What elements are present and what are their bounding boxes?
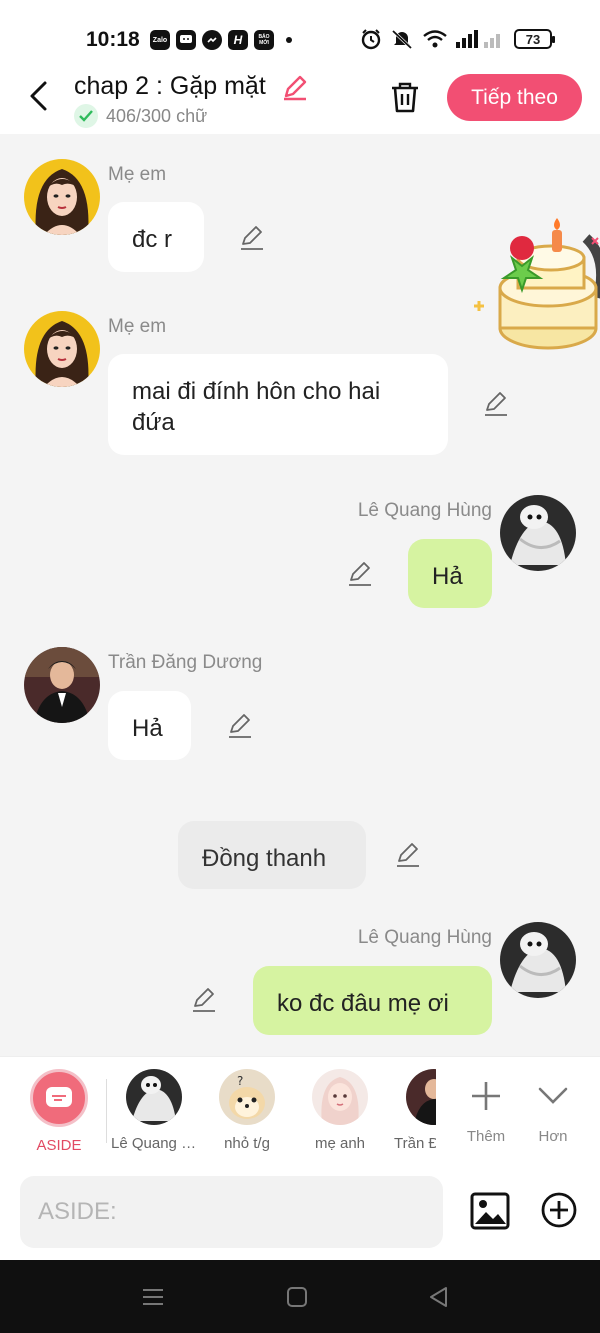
- back-button[interactable]: [20, 78, 56, 114]
- insert-image-button[interactable]: [470, 1191, 510, 1231]
- svg-text:?: ?: [237, 1074, 243, 1088]
- message-bubble[interactable]: Hả: [108, 691, 191, 760]
- chorus-message-bubble[interactable]: Đồng thanh: [178, 821, 366, 889]
- character-avatar: ?: [219, 1069, 275, 1125]
- trash-icon: [392, 82, 418, 113]
- zalo-icon: Zalo: [150, 30, 170, 50]
- plus-icon: [472, 1082, 500, 1110]
- chat-area[interactable]: Mẹ em đc r Mẹ em mai đi đính hôn cho hai…: [0, 134, 600, 1056]
- add-character-button[interactable]: Thêm: [456, 1069, 516, 1145]
- sender-name: Mẹ em: [108, 164, 167, 185]
- character-label: mẹ anh: [314, 1135, 366, 1152]
- character-avatar: [312, 1069, 368, 1125]
- message-bubble[interactable]: mai đi đính hôn cho hai đứa: [108, 354, 448, 455]
- avatar-le-quang-hung[interactable]: [500, 922, 576, 998]
- sender-name: Trần Đăng Dương: [108, 652, 263, 673]
- character-label: Trần Đăng Dương: [394, 1135, 436, 1152]
- signal-icon: [456, 30, 500, 48]
- pencil-icon: [284, 75, 307, 101]
- alarm-icon: [361, 29, 381, 50]
- add-label: Thêm: [466, 1128, 506, 1145]
- chat-app-icon: [176, 30, 196, 50]
- next-button[interactable]: Tiếp theo: [447, 74, 582, 121]
- edit-message-icon[interactable]: [394, 841, 422, 869]
- check-icon: [74, 104, 98, 128]
- more-label: Hơn: [538, 1128, 568, 1145]
- edit-message-icon[interactable]: [226, 712, 254, 740]
- baomoi-icon: BÁO MỚI: [254, 30, 274, 50]
- h-app-icon: H: [228, 30, 248, 50]
- edit-message-icon[interactable]: [238, 224, 266, 252]
- character-le-quang-hung[interactable]: Lê Quang Hùng: [111, 1069, 197, 1152]
- character-selector: ASIDE Lê Quang Hùng ? nhỏ t/g mẹ anh Trầ…: [0, 1056, 600, 1164]
- sender-name: Lê Quang Hùng: [357, 927, 492, 948]
- word-count: 406/300 chữ: [74, 104, 207, 128]
- status-bar: 10:18 Zalo H BÁO MỚI 73: [0, 0, 600, 72]
- status-app-icons: Zalo H BÁO MỚI: [150, 30, 292, 50]
- birthday-cake-sticker: [474, 218, 600, 350]
- chapter-title: chap 2 : Gặp mặt: [74, 72, 266, 100]
- character-me-anh[interactable]: mẹ anh: [297, 1069, 383, 1152]
- add-button[interactable]: [540, 1191, 578, 1229]
- character-label: ASIDE: [36, 1137, 82, 1154]
- delete-button[interactable]: [386, 78, 424, 116]
- message-input[interactable]: [20, 1176, 443, 1248]
- input-bar: [0, 1164, 600, 1260]
- character-avatar: [126, 1069, 182, 1125]
- more-notifications-dot: [286, 37, 292, 43]
- word-count-text: 406/300 chữ: [106, 105, 208, 126]
- edit-message-icon[interactable]: [346, 560, 374, 588]
- menu-icon[interactable]: [140, 1284, 166, 1310]
- sender-name: Mẹ em: [108, 316, 167, 337]
- aside-icon: [30, 1069, 88, 1127]
- home-icon[interactable]: [284, 1284, 310, 1310]
- mute-icon: [391, 29, 413, 50]
- character-tran-dang-duong[interactable]: Trần Đăng Dương: [390, 1069, 436, 1152]
- avatar-tran-dang-duong[interactable]: [24, 647, 100, 723]
- status-time: 10:18: [86, 28, 140, 51]
- messenger-icon: [202, 30, 222, 50]
- edit-message-icon[interactable]: [482, 390, 510, 418]
- character-nho-tg[interactable]: ? nhỏ t/g: [204, 1069, 290, 1152]
- message-bubble[interactable]: đc r: [108, 202, 204, 272]
- avatar-me-em[interactable]: [24, 311, 100, 387]
- character-avatar: [406, 1069, 436, 1125]
- sender-name: Lê Quang Hùng: [357, 500, 492, 521]
- image-icon: [470, 1192, 510, 1230]
- back-nav-icon[interactable]: [426, 1284, 452, 1310]
- message-bubble[interactable]: Hả: [408, 539, 492, 608]
- chevron-left-icon: [30, 81, 47, 111]
- message-bubble[interactable]: ko đc đâu mẹ ơi: [253, 966, 492, 1035]
- edit-title-button[interactable]: [280, 72, 310, 102]
- editor-header: chap 2 : Gặp mặt 406/300 chữ Tiếp theo: [0, 72, 600, 134]
- system-nav-bar: [0, 1260, 600, 1333]
- status-system-icons: 73: [360, 28, 555, 50]
- character-aside[interactable]: ASIDE: [16, 1069, 102, 1154]
- character-label: Lê Quang Hùng: [111, 1135, 197, 1152]
- avatar-le-quang-hung[interactable]: [500, 495, 576, 571]
- divider: [106, 1079, 107, 1143]
- edit-message-icon[interactable]: [190, 986, 218, 1014]
- plus-circle-icon: [541, 1192, 577, 1228]
- chevron-down-icon: [538, 1087, 568, 1104]
- battery-indicator: 73: [514, 29, 555, 49]
- avatar-me-em[interactable]: [24, 159, 100, 235]
- wifi-icon: [423, 30, 447, 48]
- more-characters-button[interactable]: Hơn: [523, 1069, 583, 1145]
- character-label: nhỏ t/g: [224, 1135, 270, 1152]
